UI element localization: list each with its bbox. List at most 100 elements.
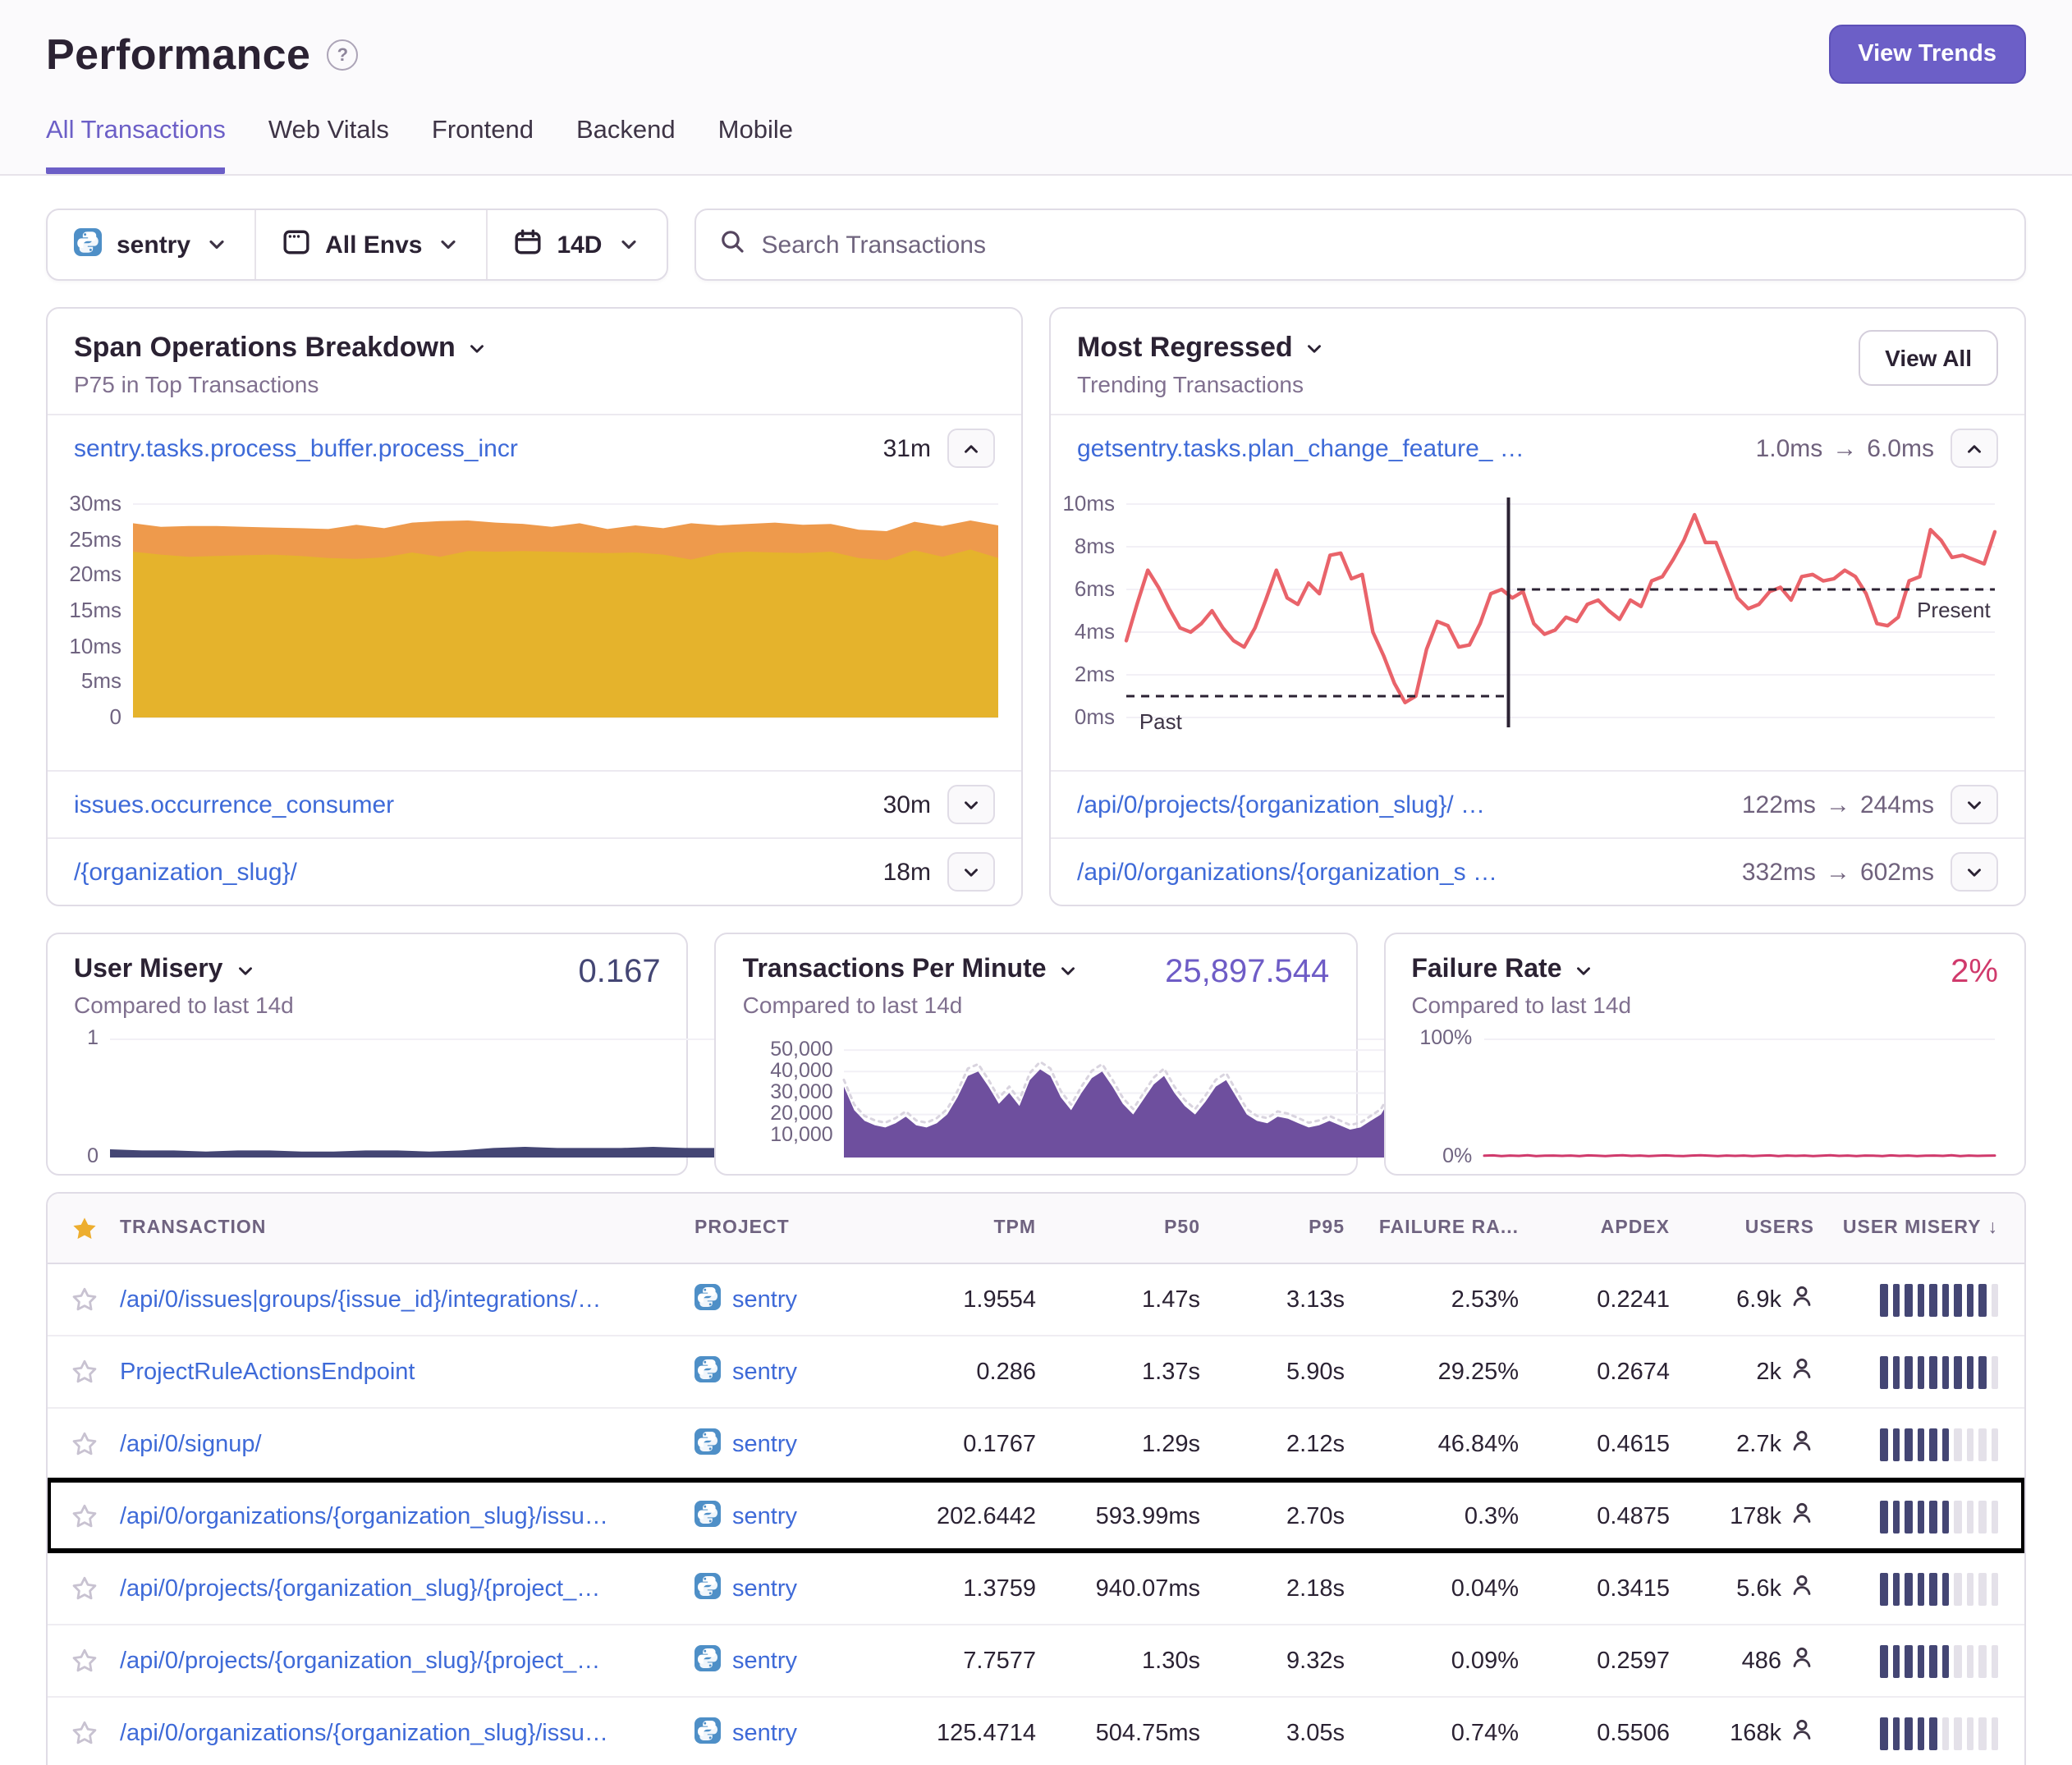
failure-rate-cell: 0.74%	[1345, 1720, 1519, 1746]
view-all-button[interactable]: View All	[1859, 330, 1998, 386]
p95-column-header[interactable]: P95	[1200, 1218, 1345, 1238]
expand-button[interactable]	[947, 785, 995, 824]
transaction-column-header[interactable]: TRANSACTION	[120, 1218, 694, 1238]
expand-button[interactable]	[1951, 785, 1998, 824]
table-row[interactable]: /api/0/projects/{organization_slug}/{pro…	[48, 1552, 2024, 1624]
tab-all-transactions[interactable]: All Transactions	[46, 117, 226, 174]
search-placeholder: Search Transactions	[762, 231, 987, 259]
users-count: 178k	[1730, 1503, 1781, 1529]
collapse-button[interactable]	[1951, 429, 1998, 468]
search-transactions-input[interactable]: Search Transactions	[694, 209, 2027, 281]
user-misery-column-header[interactable]: USER MISERY ↓	[1814, 1218, 2024, 1238]
expand-button[interactable]	[947, 852, 995, 892]
card-title[interactable]: User Misery	[74, 956, 661, 985]
span-breakdown-title[interactable]: Span Operations Breakdown	[74, 332, 995, 364]
project-column-header[interactable]: PROJECT	[694, 1218, 888, 1238]
transaction-link[interactable]: /api/0/projects/{organization_slug}/{pro…	[120, 1648, 600, 1674]
project-link[interactable]: sentry	[694, 1717, 797, 1749]
transaction-link[interactable]: ProjectRuleActionsEndpoint	[120, 1359, 415, 1385]
users-column-header[interactable]: USERS	[1670, 1218, 1814, 1238]
tab-backend[interactable]: Backend	[576, 117, 676, 174]
tpm-cell: 7.7577	[888, 1648, 1036, 1674]
user-misery-cell	[1814, 1355, 2024, 1388]
users-cell: 6.9k	[1670, 1284, 1814, 1315]
apdex-cell: 0.3415	[1519, 1575, 1670, 1602]
project-filter[interactable]: sentry	[48, 210, 254, 279]
help-icon[interactable]: ?	[327, 39, 358, 71]
card-mini-chart: 100%0%	[1411, 1029, 1998, 1161]
tab-frontend[interactable]: Frontend	[432, 117, 534, 174]
transaction-link[interactable]: /api/0/organizations/{organization_slug}…	[120, 1720, 608, 1746]
misery-bar	[1966, 1355, 1973, 1388]
collapse-button[interactable]	[947, 429, 995, 468]
project-link[interactable]: sentry	[694, 1644, 797, 1677]
table-row[interactable]: /api/0/organizations/{organization_slug}…	[48, 1696, 2024, 1765]
favorite-star-icon[interactable]	[48, 1430, 120, 1458]
card-title[interactable]: Failure Rate	[1411, 956, 1998, 985]
transaction-link[interactable]: /api/0/projects/{organization_slug}/{pro…	[120, 1575, 600, 1602]
date-range-filter[interactable]: 14D	[486, 210, 666, 279]
project-link[interactable]: sentry	[694, 1500, 797, 1533]
tab-mobile[interactable]: Mobile	[718, 117, 793, 174]
project-link[interactable]: sentry	[694, 1283, 797, 1316]
favorite-star-icon[interactable]	[48, 1575, 120, 1602]
p50-column-header[interactable]: P50	[1036, 1218, 1200, 1238]
failure-rate-column-header[interactable]: FAILURE RA...	[1345, 1218, 1519, 1238]
tpm-cell: 1.9554	[888, 1286, 1036, 1313]
user-misery-cell	[1814, 1283, 2024, 1316]
table-row[interactable]: /api/0/issues|groups/{issue_id}/integrat…	[48, 1264, 2024, 1335]
users-count: 6.9k	[1736, 1286, 1781, 1313]
transaction-link[interactable]: sentry.tasks.process_buffer.process_incr	[74, 434, 867, 462]
arrow-right-icon: →	[1826, 858, 1850, 886]
transaction-cell: /api/0/projects/{organization_slug}/{pro…	[120, 1575, 694, 1602]
favorite-star-icon[interactable]	[48, 1719, 120, 1747]
chevron-down-icon	[1058, 960, 1080, 981]
view-trends-button[interactable]: View Trends	[1828, 25, 2026, 84]
misery-bar	[1905, 1572, 1912, 1605]
transaction-link[interactable]: /api/0/projects/{organization_slug}/ …	[1077, 791, 1726, 818]
favorite-star-icon[interactable]	[48, 1502, 120, 1530]
transaction-link[interactable]: /{organization_slug}/	[74, 858, 867, 886]
transaction-link[interactable]: /api/0/organizations/{organization_s …	[1077, 858, 1726, 886]
regression-from: 332ms	[1742, 858, 1816, 886]
tpm-column-header[interactable]: TPM	[888, 1218, 1036, 1238]
favorite-star-icon[interactable]	[48, 1358, 120, 1386]
misery-bar	[1954, 1500, 1961, 1533]
transaction-link[interactable]: /api/0/signup/	[120, 1431, 262, 1457]
misery-bar	[1941, 1572, 1949, 1605]
misery-bar	[1929, 1572, 1937, 1605]
misery-bar	[1941, 1428, 1949, 1460]
chevron-down-icon	[205, 233, 228, 256]
misery-bar	[1954, 1572, 1961, 1605]
table-row[interactable]: ProjectRuleActionsEndpointsentry0.2861.3…	[48, 1335, 2024, 1407]
span-transaction-row: sentry.tasks.process_buffer.process_incr…	[48, 414, 1021, 481]
failure-rate-cell: 0.09%	[1345, 1648, 1519, 1674]
p50-cell: 504.75ms	[1036, 1720, 1200, 1746]
favorite-star-icon[interactable]	[48, 1286, 120, 1313]
project-name: sentry	[732, 1575, 797, 1602]
environment-filter[interactable]: All Envs	[254, 210, 486, 279]
favorite-star-icon[interactable]	[48, 1647, 120, 1675]
project-link[interactable]: sentry	[694, 1355, 797, 1388]
transaction-link[interactable]: /api/0/issues|groups/{issue_id}/integrat…	[120, 1286, 601, 1313]
misery-bar	[1905, 1644, 1912, 1677]
span-op-duration: 30m	[883, 791, 931, 818]
tab-web-vitals[interactable]: Web Vitals	[268, 117, 389, 174]
table-row[interactable]: /api/0/projects/{organization_slug}/{pro…	[48, 1624, 2024, 1696]
expand-button[interactable]	[1951, 852, 1998, 892]
span-op-duration: 18m	[883, 858, 931, 886]
misery-bar	[1954, 1644, 1961, 1677]
python-project-icon	[694, 1500, 721, 1533]
apdex-column-header[interactable]: APDEX	[1519, 1218, 1670, 1238]
project-link[interactable]: sentry	[694, 1428, 797, 1460]
transaction-link[interactable]: issues.occurrence_consumer	[74, 791, 867, 818]
page-header: Performance ? View Trends All Transactio…	[0, 0, 2072, 176]
transaction-link[interactable]: getsentry.tasks.plan_change_feature_ …	[1077, 434, 1740, 462]
span-breakdown-header: Span Operations Breakdown P75 in Top Tra…	[48, 309, 1021, 414]
table-row[interactable]: /api/0/organizations/{organization_slug}…	[48, 1479, 2024, 1552]
transactions-per-minute-card: Transactions Per Minute25,897.544Compare…	[715, 933, 1358, 1176]
star-column-header[interactable]	[48, 1214, 120, 1242]
table-row[interactable]: /api/0/signup/sentry0.17671.29s2.12s46.8…	[48, 1407, 2024, 1479]
transaction-link[interactable]: /api/0/organizations/{organization_slug}…	[120, 1503, 608, 1529]
project-link[interactable]: sentry	[694, 1572, 797, 1605]
